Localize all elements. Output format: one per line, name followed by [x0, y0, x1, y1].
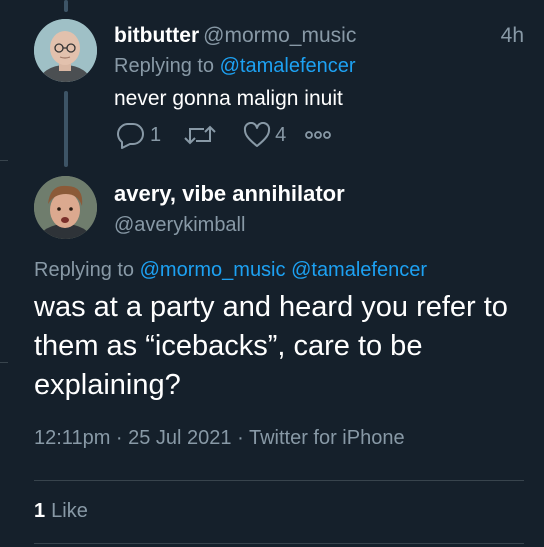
divider [0, 362, 8, 363]
replying-to: Replying to @tamalefencer [114, 52, 356, 80]
more-icon [304, 129, 332, 141]
thread-connector-line [64, 0, 68, 12]
tweet-timestamp[interactable]: 12:11pm · 25 Jul 2021 · Twitter for iPho… [34, 424, 405, 452]
mention-link[interactable]: @tamalefencer [220, 55, 356, 77]
likes-summary[interactable]: 1 Like [34, 497, 88, 525]
divider [34, 543, 524, 544]
divider [34, 480, 524, 481]
reply-icon [116, 121, 146, 149]
tweet-header: bitbutter @mormo_music 4h [114, 22, 524, 50]
divider [0, 160, 8, 161]
tweet-text: was at a party and heard you refer to th… [34, 291, 508, 401]
likes-label: Like [51, 500, 88, 522]
replying-to: Replying to @mormo_music @tamalefencer [34, 256, 427, 284]
tweet-time[interactable]: 4h [501, 22, 524, 50]
reply-button[interactable]: 1 [116, 121, 161, 149]
thread-connector-line [64, 91, 68, 167]
replying-to-label: Replying to [34, 259, 135, 281]
display-name[interactable]: bitbutter [114, 24, 199, 47]
mention-link[interactable]: @mormo_music [140, 259, 286, 281]
retweet-icon [183, 121, 217, 149]
replying-to-label: Replying to [114, 55, 215, 77]
tweet-actions: 1 4 [116, 120, 332, 150]
like-button[interactable]: 4 [243, 122, 286, 148]
reply-count: 1 [150, 123, 162, 146]
user-handle[interactable]: @averykimball [114, 212, 245, 238]
avatar[interactable] [34, 19, 97, 82]
tweet-text: never gonna malign inuit [114, 87, 343, 110]
avatar[interactable] [34, 176, 97, 239]
user-handle[interactable]: @mormo_music [203, 24, 356, 47]
more-button[interactable] [304, 129, 332, 141]
retweet-button[interactable] [183, 121, 217, 149]
tweet-thread: bitbutter @mormo_music 4h Replying to @ta… [0, 0, 544, 547]
mention-link[interactable]: @tamalefencer [291, 259, 427, 281]
display-name[interactable]: avery, vibe annihilator [114, 180, 345, 208]
like-count: 4 [275, 123, 287, 146]
likes-count: 1 [34, 500, 46, 522]
like-icon [243, 122, 271, 148]
